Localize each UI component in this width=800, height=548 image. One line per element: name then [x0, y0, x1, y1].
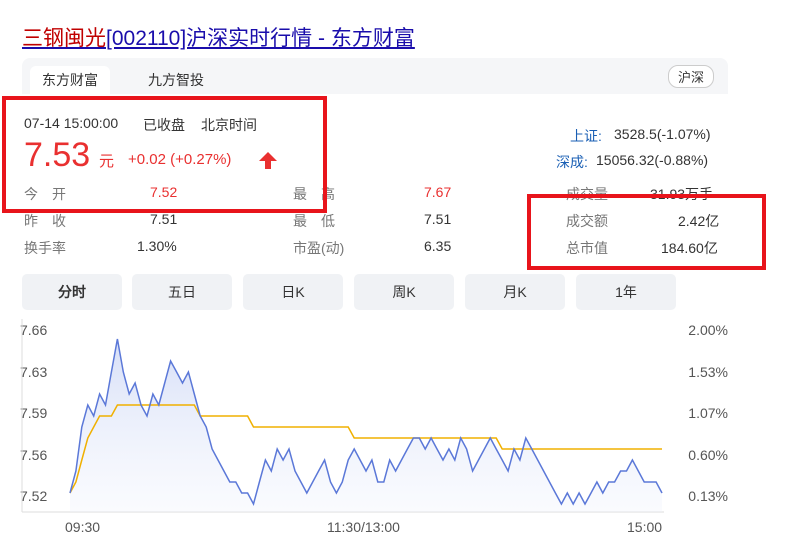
high-value: 7.67: [424, 184, 452, 200]
turnover-rate-label: 换手率: [24, 240, 66, 256]
turnover-rate-value: 1.30%: [137, 238, 177, 254]
stock-name: 三钢闽光: [22, 27, 106, 50]
index-name-sh[interactable]: 上证:: [570, 126, 602, 146]
page-title-link[interactable]: 三钢闽光[002110]沪深实时行情 - 东方财富: [22, 22, 415, 52]
page-title-rest: [002110]沪深实时行情 - 东方财富: [106, 27, 415, 50]
period-tab-intraday[interactable]: 分时: [22, 274, 122, 310]
period-tab-5day[interactable]: 五日: [132, 274, 232, 310]
low-value: 7.51: [424, 211, 452, 227]
period-tab-monthly[interactable]: 月K: [465, 274, 565, 310]
period-tab-daily[interactable]: 日K: [243, 274, 343, 310]
source-tab-bar: 东方财富 九方智投 沪深: [22, 58, 728, 94]
low-label: 最 低: [293, 213, 335, 229]
market-badge[interactable]: 沪深: [667, 65, 714, 88]
prev-close-value: 7.51: [150, 211, 178, 227]
x-tick-midday: 11:30/13:00: [327, 519, 400, 535]
index-name-sz[interactable]: 深成:: [556, 152, 588, 172]
pe-label: 市盈(动): [293, 240, 345, 256]
highlight-box-price: [2, 96, 327, 213]
period-tab-weekly[interactable]: 周K: [354, 274, 454, 310]
x-tick-open: 09:30: [65, 519, 101, 535]
price-area: [70, 339, 662, 512]
x-tick-close: 15:00: [627, 519, 663, 535]
tab-eastmoney[interactable]: 东方财富: [30, 66, 110, 94]
highlight-box-amount: [527, 194, 766, 270]
intraday-chart[interactable]: [0, 318, 800, 518]
index-value-sz: 15056.32(-0.88%): [596, 152, 709, 168]
tab-jiufang[interactable]: 九方智投: [136, 66, 216, 94]
period-tab-1year[interactable]: 1年: [576, 274, 676, 310]
pe-value: 6.35: [424, 238, 452, 254]
index-value-sh: 3528.5(-1.07%): [614, 126, 711, 142]
prev-close-label: 昨 收: [24, 213, 66, 229]
